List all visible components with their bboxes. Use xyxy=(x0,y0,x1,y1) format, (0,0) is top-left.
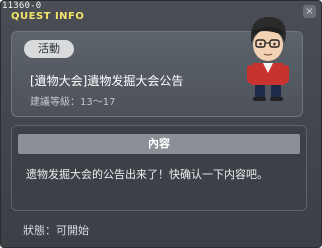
quest-title: [遺物大会]遺物发掘大会公告 xyxy=(30,74,184,88)
category-badge: 活動 xyxy=(24,40,74,58)
window-title: QUEST INFO xyxy=(11,11,85,22)
quest-info-window: 11360-0 QUEST INFO × 活動 [遺物大会]遺物发掘大会公告 建… xyxy=(0,0,322,248)
recommended-level: 建議等級：13～17 xyxy=(30,97,116,108)
quest-id-tag: 11360-0 xyxy=(2,1,42,11)
quest-content-panel: 內容 遗物发掘大会的公告出来了！快确认一下内容吧。 xyxy=(11,125,307,211)
content-section-header: 內容 xyxy=(18,134,300,154)
close-button[interactable]: × xyxy=(303,5,316,18)
quest-description: 遗物发掘大会的公告出来了！快确认一下内容吧。 xyxy=(26,168,268,181)
npc-portrait-icon xyxy=(247,17,289,101)
quest-status: 狀態：可開始 xyxy=(23,224,89,237)
